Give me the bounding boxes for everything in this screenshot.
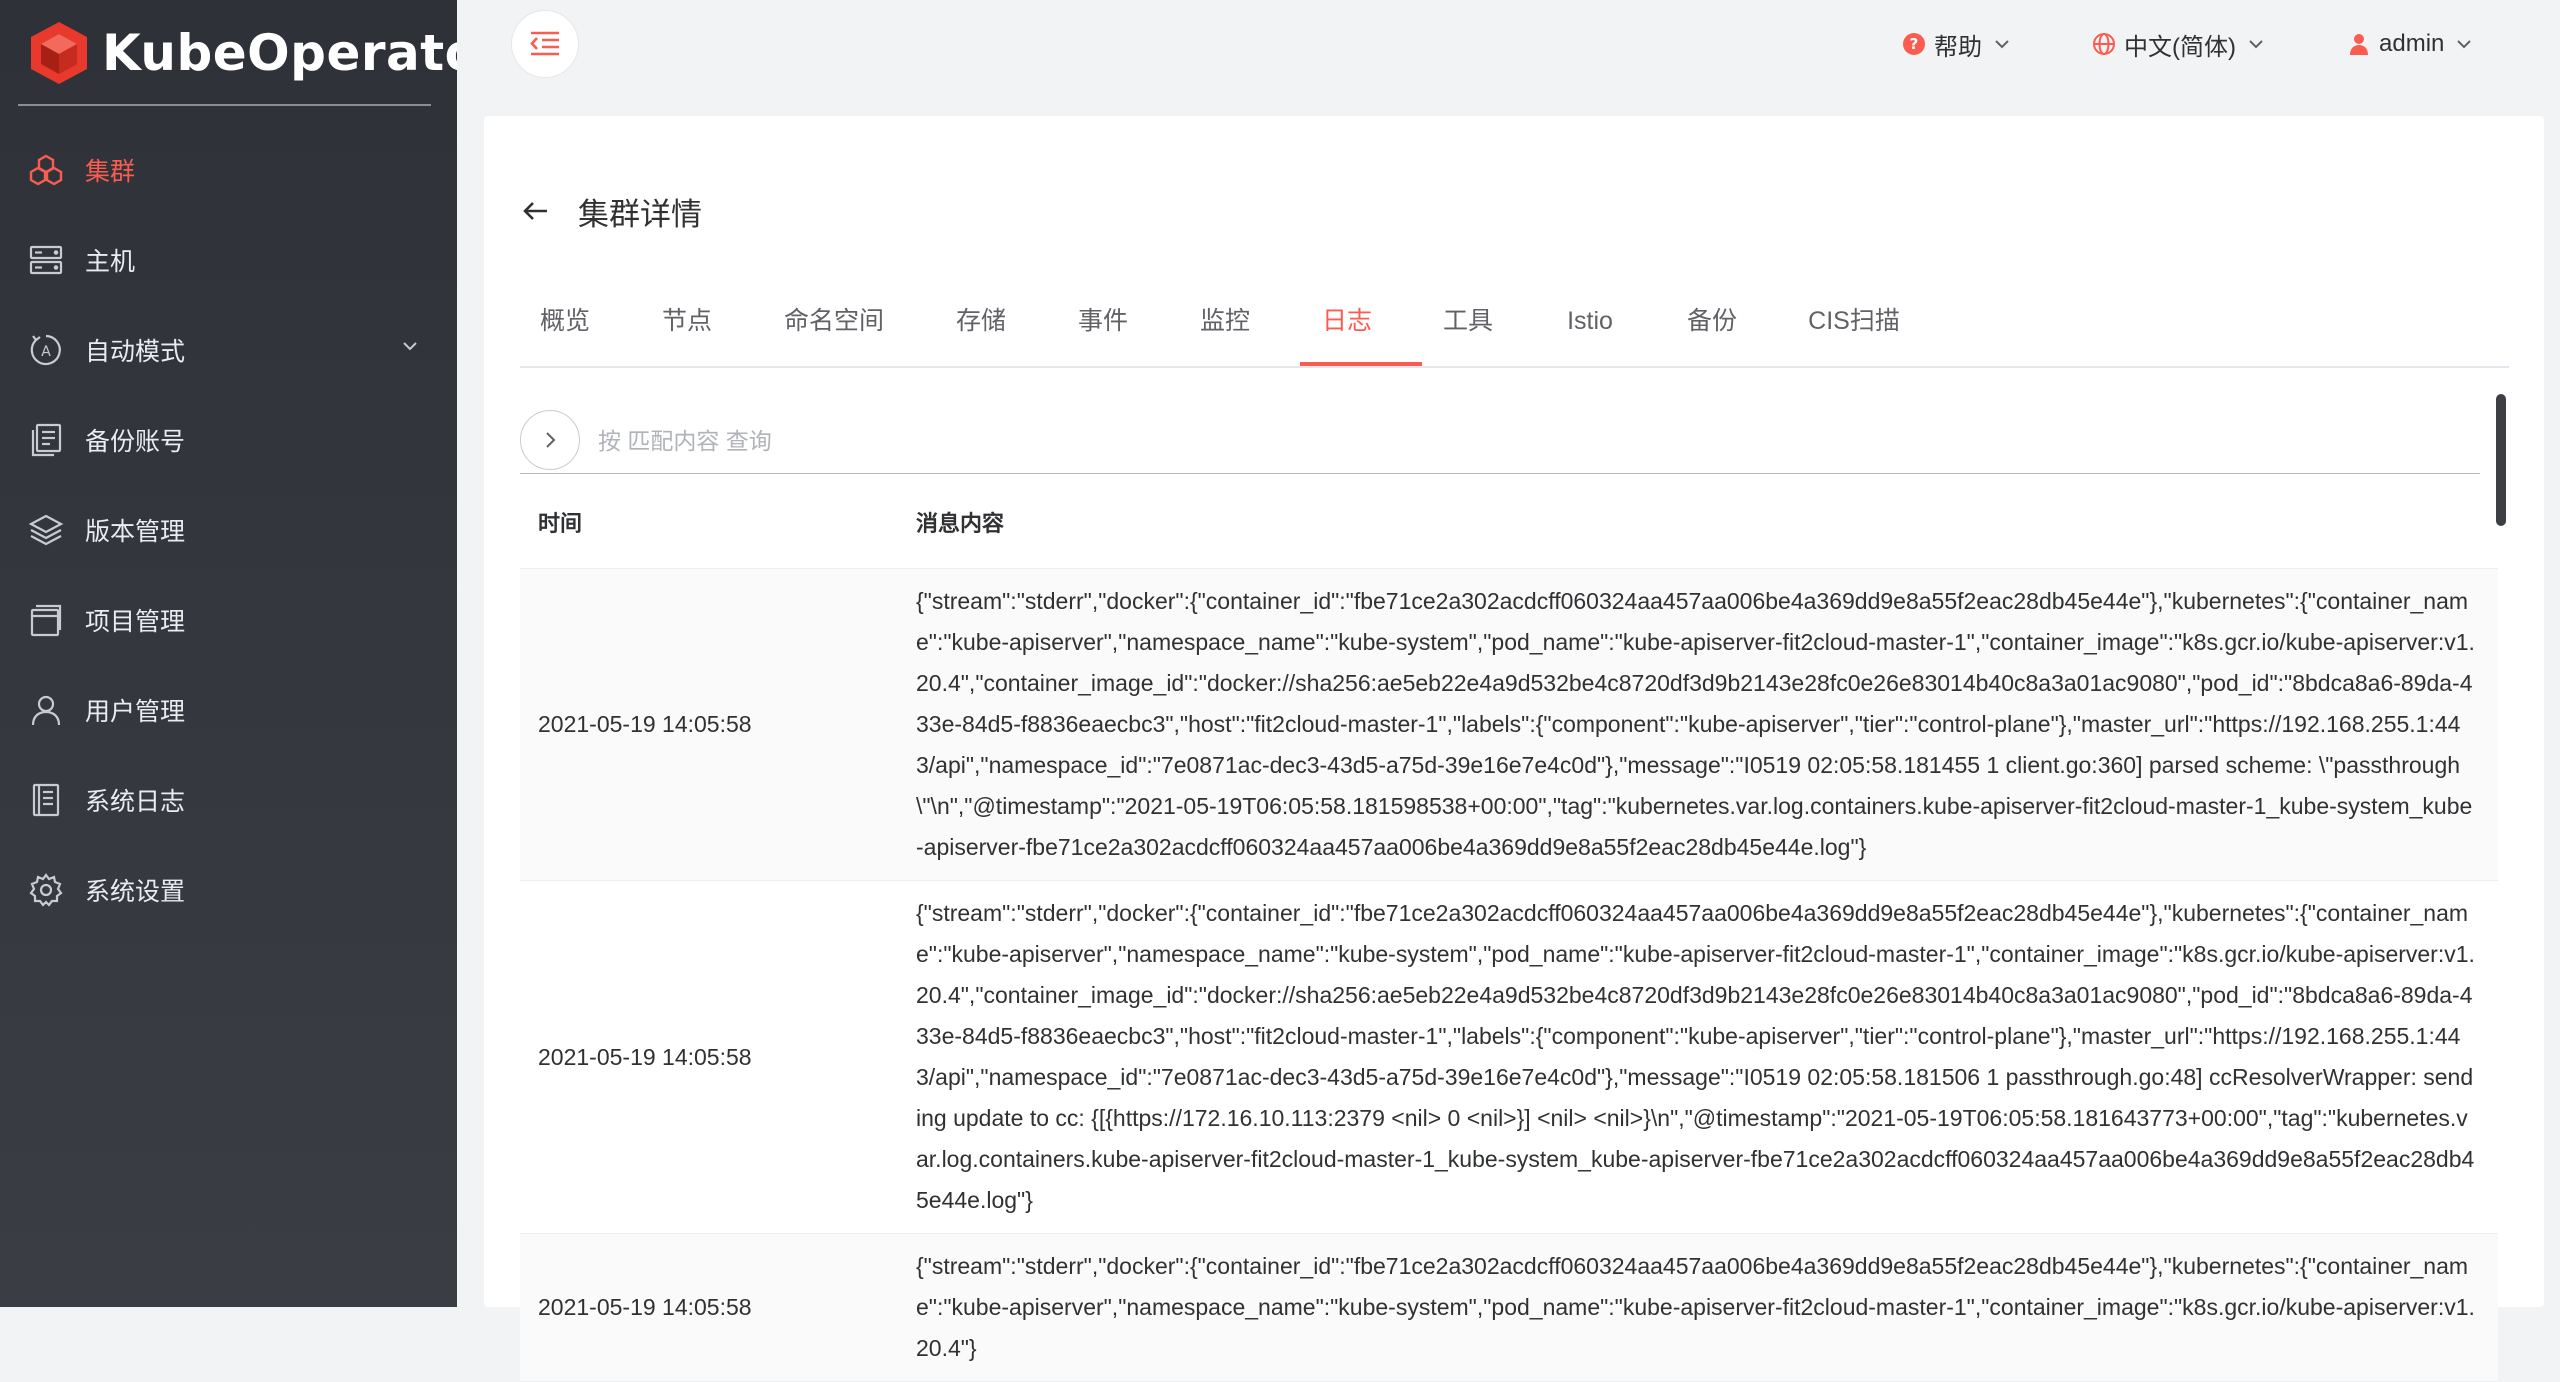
sidebar-item-cluster[interactable]: 集群 xyxy=(0,125,457,215)
sidebar-item-label: 自动模式 xyxy=(85,338,186,366)
tab-cis-scan[interactable]: CIS扫描 xyxy=(1808,276,1900,366)
table-row: 2021-05-19 14:05:58 {"stream":"stderr","… xyxy=(520,881,2498,1234)
sidebar-item-system-log[interactable]: 系统日志 xyxy=(0,755,457,845)
search-toggle-button[interactable] xyxy=(520,410,580,470)
sidebar-item-version[interactable]: 版本管理 xyxy=(0,485,457,575)
page-header: 集群详情 xyxy=(520,186,702,236)
sidebar-item-settings[interactable]: 系统设置 xyxy=(0,845,457,935)
log-time: 2021-05-19 14:05:58 xyxy=(538,711,752,737)
tab-backup[interactable]: 备份 xyxy=(1686,276,1738,366)
log-search-bar xyxy=(520,409,2480,474)
tab-overview[interactable]: 概览 xyxy=(539,276,591,366)
auto-mode-icon: A xyxy=(27,331,65,369)
svg-text:A: A xyxy=(41,344,51,360)
user-icon xyxy=(2350,34,2368,55)
table-row: 2021-05-19 14:05:58 {"stream":"stderr","… xyxy=(520,1234,2498,1382)
user-icon xyxy=(27,691,65,729)
sidebar-item-backup-account[interactable]: 备份账号 xyxy=(0,395,457,485)
table-row: 2021-05-19 14:05:58 {"stream":"stderr","… xyxy=(520,569,2498,881)
search-input[interactable] xyxy=(596,415,2460,467)
active-tab-indicator xyxy=(1300,362,1422,366)
language-label: 中文(简体) xyxy=(2124,33,2236,61)
log-time: 2021-05-19 14:05:58 xyxy=(538,1294,752,1320)
logo-divider xyxy=(18,104,431,106)
sidebar-item-label: 备份账号 xyxy=(85,428,186,456)
kubeoperator-logo-icon xyxy=(31,22,87,84)
chevron-down-icon xyxy=(1995,40,2009,49)
tab-logs[interactable]: 日志 xyxy=(1321,276,1373,366)
sidebar-item-label: 主机 xyxy=(85,248,136,276)
sidebar: KubeOperator 集群 主机 A 自动模式 备份账号 版本管理 项目管理… xyxy=(0,0,504,1307)
chevron-down-icon xyxy=(403,342,417,351)
sidebar-item-label: 项目管理 xyxy=(85,608,186,636)
sidebar-item-project[interactable]: 项目管理 xyxy=(0,575,457,665)
user-menu[interactable]: admin xyxy=(2347,24,2474,64)
table-header: 时间 消息内容 xyxy=(520,476,2498,569)
language-menu[interactable]: 中文(简体) xyxy=(2092,24,2266,64)
menu-fold-icon xyxy=(530,31,559,56)
sidebar-item-host[interactable]: 主机 xyxy=(0,215,457,305)
svg-text:?: ? xyxy=(1910,35,1919,53)
log-message: {"stream":"stderr","docker":{"container_… xyxy=(916,1253,2475,1361)
log-time: 2021-05-19 14:05:58 xyxy=(538,1043,752,1070)
tab-istio[interactable]: Istio xyxy=(1564,276,1616,366)
sidebar-item-label: 系统设置 xyxy=(85,878,186,906)
host-icon xyxy=(27,241,65,279)
sidebar-item-label: 集群 xyxy=(85,158,136,186)
system-log-icon xyxy=(27,781,65,819)
help-label: 帮助 xyxy=(1934,33,1982,61)
tab-nodes[interactable]: 节点 xyxy=(661,276,713,366)
project-icon xyxy=(27,601,65,639)
tab-storage[interactable]: 存储 xyxy=(955,276,1007,366)
tab-events[interactable]: 事件 xyxy=(1077,276,1129,366)
sidebar-item-user[interactable]: 用户管理 xyxy=(0,665,457,755)
sidebar-item-auto-mode[interactable]: A 自动模式 xyxy=(0,305,457,395)
backup-account-icon xyxy=(27,421,65,459)
user-label: admin xyxy=(2379,30,2445,57)
collapse-sidebar-button[interactable] xyxy=(511,10,579,78)
help-icon: ? xyxy=(1903,33,1925,55)
sidebar-item-label: 系统日志 xyxy=(85,788,186,816)
main-card: 集群详情 概览 节点 命名空间 存储 事件 监控 日志 工具 Istio 备份 … xyxy=(484,116,2544,1382)
logo[interactable]: KubeOperator xyxy=(28,18,505,88)
chevron-right-icon xyxy=(546,432,556,448)
chevron-down-icon xyxy=(2249,40,2263,49)
tab-tools[interactable]: 工具 xyxy=(1442,276,1494,366)
tab-monitoring[interactable]: 监控 xyxy=(1199,276,1251,366)
cluster-icon xyxy=(27,151,65,189)
version-icon xyxy=(27,511,65,549)
app-name: KubeOperator xyxy=(102,24,505,82)
help-menu[interactable]: ? 帮助 xyxy=(1902,24,2012,64)
globe-icon xyxy=(2093,33,2115,55)
sidebar-item-label: 用户管理 xyxy=(85,698,186,726)
sidebar-item-label: 版本管理 xyxy=(85,518,186,546)
column-header-time: 时间 xyxy=(538,511,583,536)
sidebar-menu: 集群 主机 A 自动模式 备份账号 版本管理 项目管理 用户管理 系统日志 系统… xyxy=(0,125,457,935)
back-arrow-icon[interactable] xyxy=(520,195,552,227)
log-message: {"stream":"stderr","docker":{"container_… xyxy=(916,588,2475,860)
chevron-down-icon xyxy=(2457,40,2472,49)
tab-namespaces[interactable]: 命名空间 xyxy=(783,276,885,366)
column-header-message: 消息内容 xyxy=(916,511,1005,536)
page-title: 集群详情 xyxy=(578,196,702,232)
log-message: {"stream":"stderr","docker":{"container_… xyxy=(916,900,2475,1213)
log-table: 时间 消息内容 2021-05-19 14:05:58 {"stream":"s… xyxy=(520,476,2498,1382)
top-header: ? 帮助 中文(简体) admin xyxy=(457,0,2560,90)
tab-bar: 概览 节点 命名空间 存储 事件 监控 日志 工具 Istio 备份 CIS扫描 xyxy=(520,276,2509,368)
settings-icon xyxy=(27,871,65,909)
